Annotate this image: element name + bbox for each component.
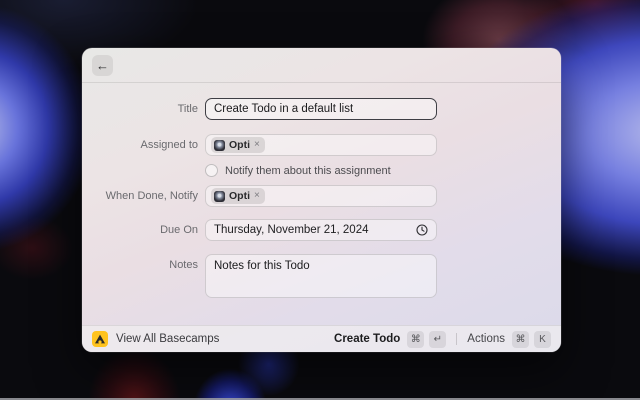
notes-label: Notes xyxy=(169,259,198,271)
command-key: ⌘ xyxy=(407,330,425,348)
due-on-label: Due On xyxy=(160,224,198,236)
assignee-chip-label: Opti xyxy=(229,138,250,151)
k-key: K xyxy=(534,330,551,348)
assigned-to-field[interactable]: Opti × xyxy=(205,134,437,156)
title-label: Title xyxy=(177,103,198,115)
actions-button[interactable]: Actions xyxy=(467,333,505,345)
avatar xyxy=(214,139,225,151)
assigned-to-row: Assigned to Opti × xyxy=(82,134,561,156)
title-row: Title xyxy=(82,98,561,120)
dialog-header: ← xyxy=(82,48,561,83)
footer-actions-group: Create Todo ⌘ ↵ Actions ⌘ K xyxy=(334,330,551,348)
assigned-to-label: Assigned to xyxy=(140,139,198,151)
notify-chip[interactable]: Opti × xyxy=(211,188,265,204)
view-all-basecamps-button[interactable]: View All Basecamps xyxy=(116,333,219,345)
basecamp-logo-icon xyxy=(92,331,108,347)
notify-chip-label: Opti xyxy=(229,189,250,202)
due-on-row: Due On Thursday, November 21, 2024 xyxy=(82,219,561,241)
when-done-notify-label: When Done, Notify xyxy=(105,190,198,202)
clock-icon[interactable] xyxy=(416,224,428,236)
back-button[interactable]: ← xyxy=(92,55,113,76)
return-key: ↵ xyxy=(429,330,447,348)
when-done-notify-row: When Done, Notify Opti × xyxy=(82,185,561,207)
when-done-notify-field[interactable]: Opti × xyxy=(205,185,437,207)
title-input[interactable] xyxy=(205,98,437,120)
avatar xyxy=(214,190,225,202)
notify-checkbox-label: Notify them about this assignment xyxy=(225,165,391,177)
dialog-footer: View All Basecamps Create Todo ⌘ ↵ Actio… xyxy=(82,325,561,352)
desktop-background: ← Title Assigned to Opti × Notify them a… xyxy=(0,0,640,400)
remove-icon[interactable]: × xyxy=(254,140,260,150)
notes-row: Notes xyxy=(82,254,561,298)
command-key: ⌘ xyxy=(512,330,529,348)
footer-divider xyxy=(456,333,458,345)
due-on-field[interactable]: Thursday, November 21, 2024 xyxy=(205,219,437,241)
assignee-chip[interactable]: Opti × xyxy=(211,137,265,153)
create-todo-button[interactable]: Create Todo xyxy=(334,333,400,345)
due-on-value: Thursday, November 21, 2024 xyxy=(214,224,369,236)
notify-checkbox[interactable] xyxy=(205,164,218,177)
back-arrow-icon: ← xyxy=(96,58,109,73)
create-todo-dialog: ← Title Assigned to Opti × Notify them a… xyxy=(82,48,561,352)
remove-icon[interactable]: × xyxy=(254,191,260,201)
notify-checkbox-row: Notify them about this assignment xyxy=(82,164,561,178)
notes-textarea[interactable] xyxy=(205,254,437,298)
